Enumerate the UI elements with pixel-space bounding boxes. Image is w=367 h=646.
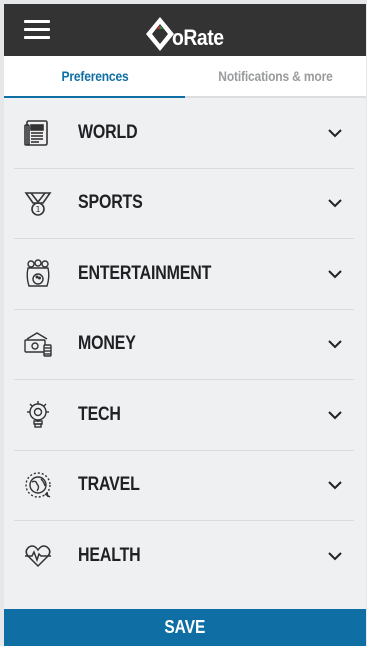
tab-bar: Preferences Notifications & more: [4, 56, 366, 98]
category-label: MONEY: [78, 333, 136, 355]
newspaper-icon: [22, 117, 54, 149]
category-row-money[interactable]: MONEY: [14, 310, 354, 380]
chevron-down-icon[interactable]: [324, 263, 346, 285]
app-header: oRate: [4, 4, 366, 56]
svg-text:1: 1: [35, 205, 40, 214]
bowling-icon: [22, 258, 54, 290]
medal-icon: 1: [22, 187, 54, 219]
category-label: ENTERTAINMENT: [78, 262, 212, 284]
save-button-label: SAVE: [164, 617, 206, 637]
category-row-world[interactable]: WORLD: [14, 98, 354, 169]
category-label: SPORTS: [78, 192, 143, 214]
tab-notifications-label: Notifications & more: [218, 68, 333, 84]
chevron-down-icon[interactable]: [324, 545, 346, 567]
app-frame: oRate Preferences Notifications & more W…: [4, 4, 366, 646]
tab-preferences-label: Preferences: [60, 68, 129, 84]
category-list: WORLD 1 SPORTS ENTERTAINMENT MONEY TECH …: [4, 98, 366, 592]
category-label: TRAVEL: [78, 474, 140, 496]
category-row-tech[interactable]: TECH: [14, 380, 354, 451]
save-button[interactable]: SAVE: [4, 609, 366, 646]
category-label: WORLD: [78, 121, 138, 143]
money-icon: [22, 328, 54, 360]
tab-preferences[interactable]: Preferences: [4, 56, 185, 98]
category-row-travel[interactable]: TRAVEL: [14, 451, 354, 521]
category-row-sports[interactable]: 1 SPORTS: [14, 169, 354, 239]
category-label: TECH: [78, 403, 121, 425]
category-row-entertainment[interactable]: ENTERTAINMENT: [14, 239, 354, 310]
chevron-down-icon[interactable]: [324, 404, 346, 426]
chevron-down-icon[interactable]: [324, 122, 346, 144]
app-logo: oRate: [144, 12, 231, 52]
logo-text: oRate: [172, 25, 224, 50]
category-label: HEALTH: [78, 545, 141, 567]
chevron-down-icon[interactable]: [324, 333, 346, 355]
globe-plane-icon: [22, 469, 54, 501]
lightbulb-gear-icon: [22, 399, 54, 431]
heartbeat-icon: [22, 540, 54, 572]
category-row-health[interactable]: HEALTH: [14, 521, 354, 592]
chevron-down-icon[interactable]: [324, 474, 346, 496]
chevron-down-icon[interactable]: [324, 192, 346, 214]
hamburger-icon[interactable]: [24, 20, 50, 40]
tab-notifications[interactable]: Notifications & more: [185, 56, 366, 98]
